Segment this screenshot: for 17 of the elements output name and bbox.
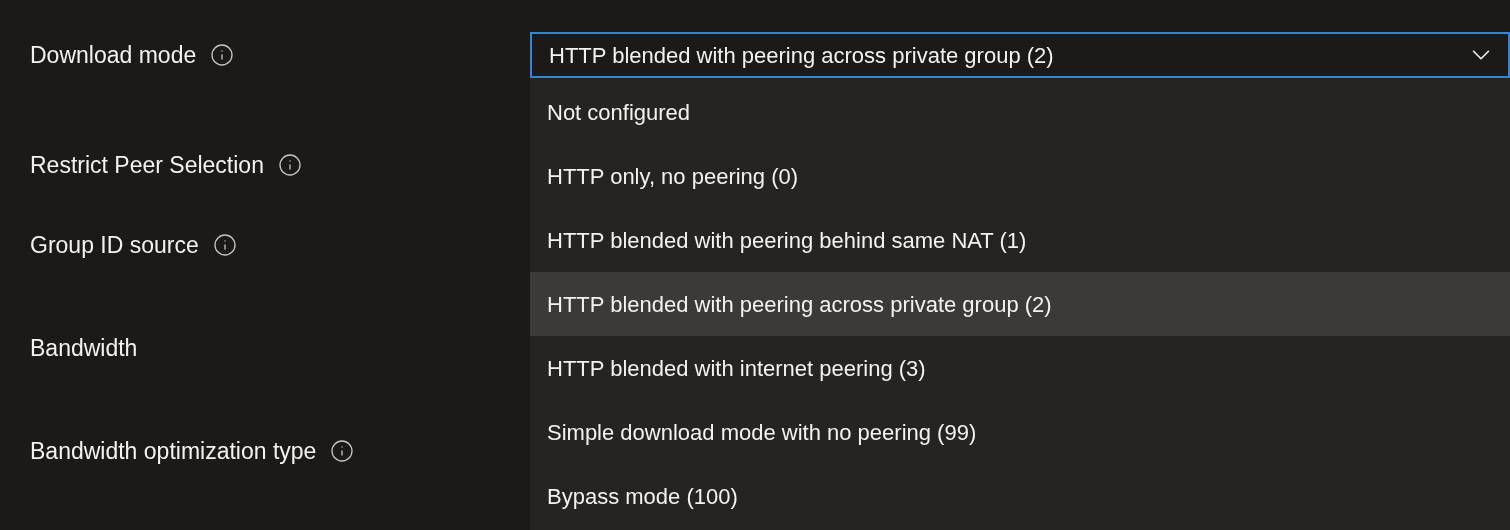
info-icon[interactable] [330,439,355,463]
field-label: Download mode [30,40,197,70]
info-icon[interactable] [210,43,235,67]
download-mode-dropdown[interactable]: HTTP blended with peering across private group (2) [530,32,1510,78]
dropdown-option[interactable]: HTTP blended with peering behind same NAT (1) [530,208,1510,272]
field-label: Restrict Peer Selection [30,150,264,180]
field-label: Bandwidth optimization type [30,436,317,466]
field-label: Bandwidth [30,333,138,363]
info-icon[interactable] [212,233,237,257]
field-label: Group ID source [30,230,199,260]
dropdown-option[interactable]: Simple download mode with no peering (99) [530,400,1510,464]
dropdown-option[interactable]: HTTP blended with internet peering (3) [530,336,1510,400]
info-icon[interactable] [277,153,302,177]
dropdown-option[interactable]: HTTP blended with peering across private group (2) [530,272,1510,336]
dropdown-option[interactable]: Bypass mode (100) [530,464,1510,528]
dropdown-option[interactable]: Not configured [530,80,1510,144]
dropdown-option[interactable]: HTTP only, no peering (0) [530,144,1510,208]
